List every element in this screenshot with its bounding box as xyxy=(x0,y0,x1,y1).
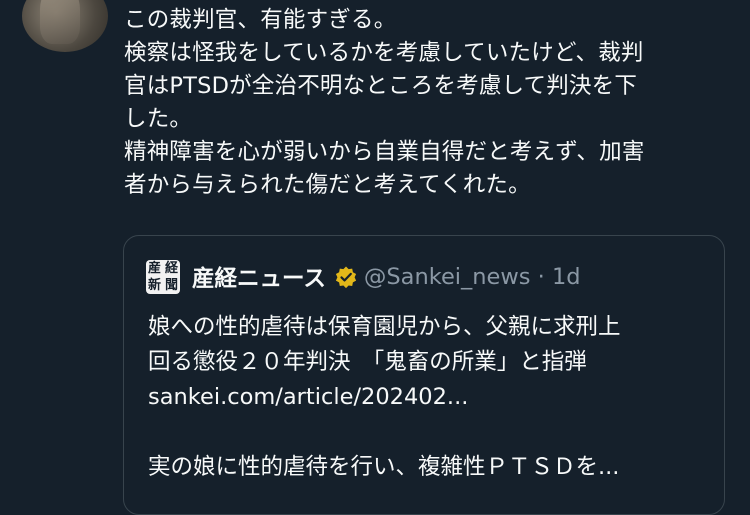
quoted-author-name[interactable]: 産経ニュース xyxy=(192,261,326,293)
tweet-line: 者から与えられた傷だと考えてくれた。 xyxy=(124,172,531,198)
quote-blank-line xyxy=(148,415,708,450)
logo-char: 聞 xyxy=(164,278,178,293)
tweet-line: 精神障害を心が弱いから自業自得だと考えず、加害 xyxy=(124,139,645,165)
tweet-line: 官はPTSDが全治不明なところを考慮して判決を下 xyxy=(124,73,638,99)
tweet-text: この裁判官、有能すぎる。 検察は怪我をしているかを考慮していたけど、裁判 官はP… xyxy=(124,4,734,202)
logo-char: 産 xyxy=(147,261,161,276)
quote-line: 回る懲役２０年判決 「鬼畜の所業」と指弾 xyxy=(148,349,587,375)
logo-char: 新 xyxy=(147,278,161,293)
sankei-logo: 産 経 新 聞 xyxy=(146,260,180,294)
tweet-line: 検察は怪我をしているかを考慮していたけど、裁判 xyxy=(124,40,644,66)
quoted-tweet-card[interactable]: 産 経 新 聞 産経ニュース @Sankei_news · 1d 娘への性的虐待… xyxy=(123,235,725,515)
quote-link[interactable]: sankei.com/article/202402... xyxy=(148,380,708,415)
quoted-tweet-text: 娘への性的虐待は保育園児から、父親に求刑上 回る懲役２０年判決 「鬼畜の所業」と… xyxy=(148,310,708,485)
avatar[interactable] xyxy=(22,0,108,52)
verified-badge-icon xyxy=(334,265,358,289)
quote-line: 実の娘に性的虐待を行い、複雑性ＰＴＳＤを... xyxy=(148,454,620,480)
quoted-tweet-header: 産 経 新 聞 産経ニュース @Sankei_news · 1d xyxy=(146,260,581,294)
quoted-author-handle[interactable]: @Sankei_news · 1d xyxy=(364,264,581,290)
tweet-line: した。 xyxy=(124,106,193,132)
tweet-line: この裁判官、有能すぎる。 xyxy=(124,7,397,33)
logo-char: 経 xyxy=(164,261,178,276)
quote-line: 娘への性的虐待は保育園児から、父親に求刑上 xyxy=(148,314,621,340)
